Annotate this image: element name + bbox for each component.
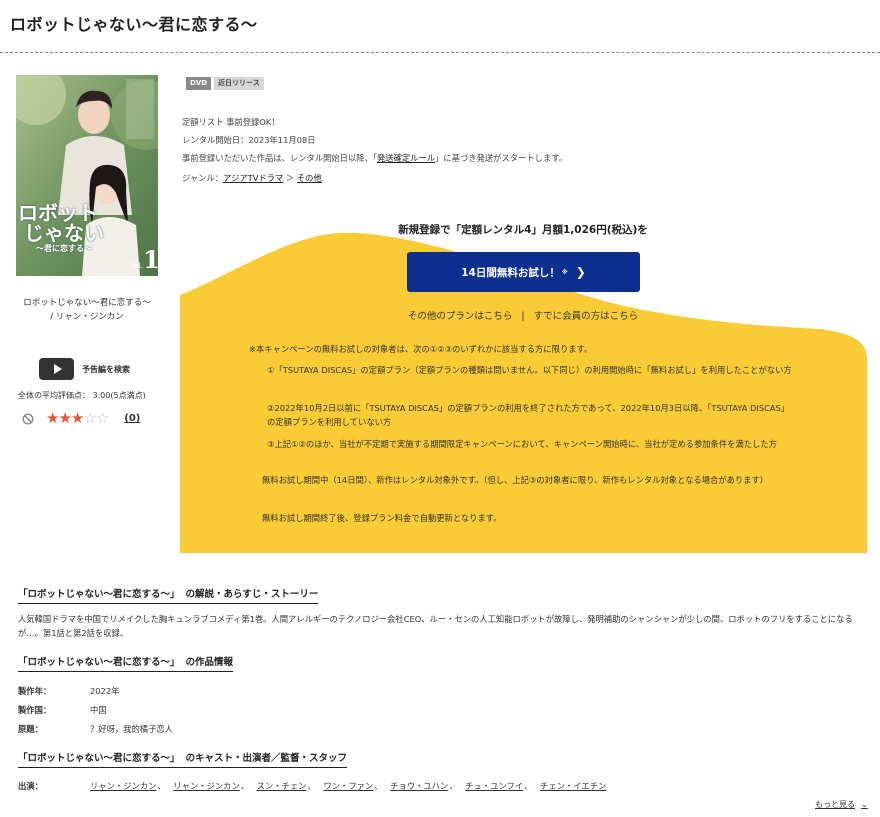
cast-link[interactable]: リャン・ジンカン [173,781,239,791]
cover-logo: ロボット じゃない 〜君に恋する〜 [18,201,104,253]
rating-row: ★★★☆☆ (0) [22,411,140,426]
cast-link[interactable]: リャン・ジンカン [90,781,156,791]
chevron-down-icon: ⌄ [861,800,868,809]
dvd-badge: DVD [186,77,212,90]
condition-2: ②2022年10月2日以前に「TSUTAYA DISCAS」の定額プランの利用を… [267,403,785,427]
cast-link[interactable]: チョウ・ユハン [390,781,448,791]
production-year-value: 2022年 [90,686,120,696]
member-link[interactable]: すでに会員の方はこちら [534,311,639,322]
genre-other-link[interactable]: その他 [297,173,322,183]
condition-3: ③上記①②のほか、当社が不定期で実施する期間限定キャンペーンにおいて、キャンペー… [267,439,777,449]
trial-note-new-release: 無料お試し期間中（14日間）、新作はレンタル対象外です。（但し、上記③の対象者に… [262,475,769,485]
cover-volume: Vol.1 [130,245,158,274]
no-rating-icon[interactable] [22,412,34,425]
synopsis-text: 人気韓国ドラマを中国でリメイクした胸キュンラブコメディ第1巻。人間アレルギーのテ… [18,614,853,638]
shipping-rule-link[interactable]: 発送確定ルール [377,153,435,163]
cast-link[interactable]: チェン・イエチン [540,781,606,791]
average-rating: 全体の平均評価点： 3.00(5点満点) [18,391,146,400]
cover-title: ロボットじゃない〜君に恋する〜 / リャン・ジンカン [23,298,151,322]
work-info-heading: 「ロボットじゃない〜君に恋する〜」 の作品情報 [18,654,234,672]
cast-label: 出演： [18,781,43,791]
chevron-right-icon: ❯ [575,265,586,279]
title-divider [0,52,880,53]
genre-line: ジャンル：アジアTVドラマ ＞ その他 [182,173,322,183]
other-plans-link[interactable]: その他のプランはこちら [408,311,513,322]
star-empty-icon[interactable]: ☆ [96,409,109,427]
original-title-value: ？好呀，我的橘子恋人 [90,724,173,734]
badge-row: DVD 近日リリース [186,77,264,90]
release-soon-badge: 近日リリース [214,77,264,90]
genre-asia-tv-link[interactable]: アジアTVドラマ [223,173,283,183]
trailer-label[interactable]: 予告編を検索 [82,364,130,375]
show-more-link[interactable]: もっと見る ⌄ [815,799,868,810]
trial-note-auto-renew: 無料お試し期間終了後、登録プラン料金で自動更新となります。 [262,513,502,523]
campaign-eligibility: ※本キャンペーンの無料お試しの対象者は、次の①②③のいずれかに該当する方に限りま… [249,344,593,354]
review-count-link[interactable]: (0) [124,413,140,424]
trailer-search[interactable]: 予告編を検索 [39,358,130,380]
shipping-note: 事前登録いただいた作品は、レンタル開始日以降、「発送確定ルール」に基づき発送がス… [182,153,567,163]
condition-1: ①「TSUTAYA DISCAS」の定額プラン（定額プランの種類は問いません。以… [267,365,792,375]
star-filled-icon[interactable]: ★ [46,409,59,427]
production-country-value: 中国 [90,705,107,715]
plan-links: その他のプランはこちら | すでに会員の方はこちら [407,311,639,322]
star-rating[interactable]: ★★★☆☆ [46,409,109,427]
free-trial-button[interactable]: 14日間無料お試し！ ※ ❯ [407,252,640,292]
preregister-ok: 定額リスト 事前登録OK！ [182,117,280,127]
cast-link[interactable]: チュ・ユンフイ [465,781,523,791]
synopsis-heading: 「ロボットじゃない〜君に恋する〜」 の解説・あらすじ・ストーリー [18,586,319,604]
campaign-headline: 新規登録で「定額レンタル4」月額1,026円(税込)を [398,224,648,236]
cast-heading: 「ロボットじゃない〜君に恋する〜」 のキャスト・出演者／監督・スタッフ [18,750,348,768]
cast-list: リャン・ジンカン、 リャン・ジンカン、 スン・チェン、 ワン・ファン、 チョウ・… [90,781,607,791]
star-filled-icon[interactable]: ★ [58,409,71,427]
play-icon[interactable] [39,358,74,380]
cast-link[interactable]: ワン・ファン [323,781,373,791]
original-title-label: 原題： [18,724,43,734]
star-empty-icon[interactable]: ☆ [83,409,96,427]
cover-image[interactable]: ロボット じゃない 〜君に恋する〜 Vol.1 [16,75,158,276]
star-filled-icon[interactable]: ★ [71,409,84,427]
page-title: ロボットじゃない〜君に恋する〜 [10,15,258,34]
cast-link[interactable]: スン・チェン [257,781,307,791]
rental-start-date: レンタル開始日：2023年11月08日 [182,135,316,145]
production-country-label: 製作国： [18,705,52,715]
production-year-label: 製作年： [18,686,52,696]
